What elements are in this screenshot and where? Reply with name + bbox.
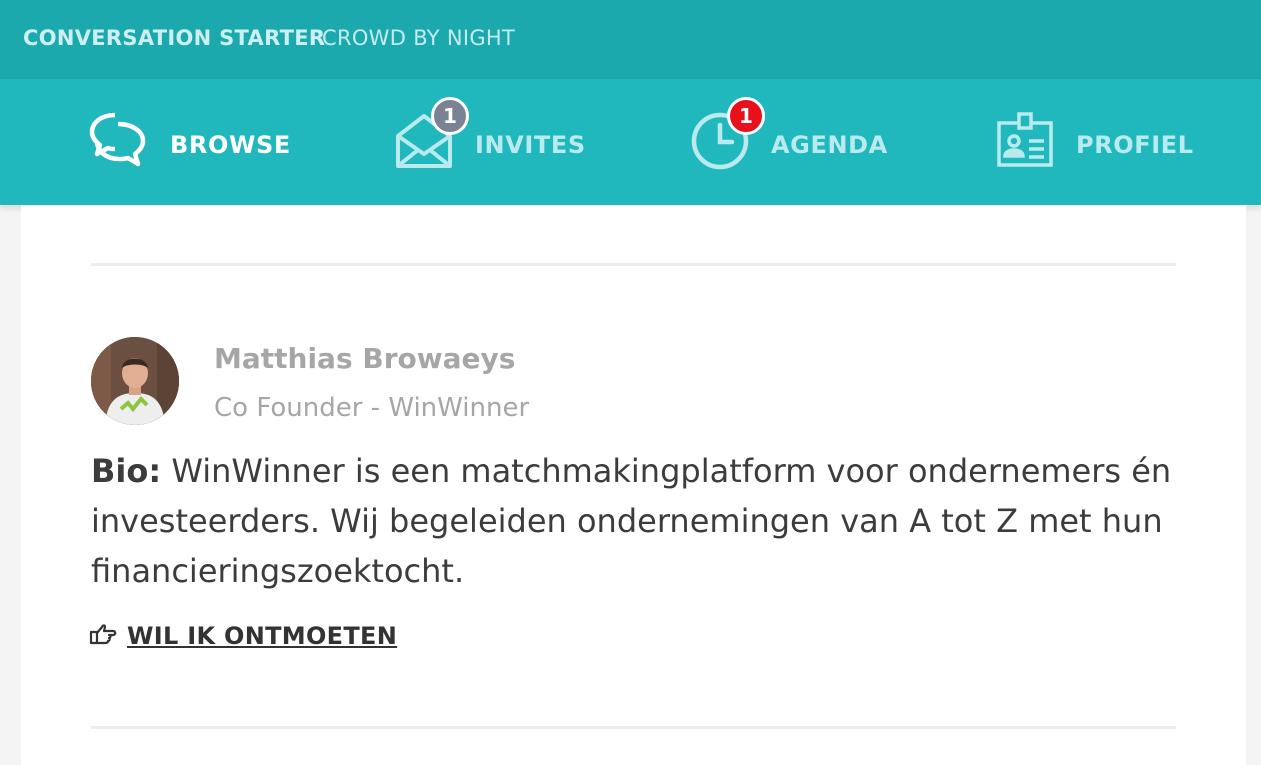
nav-agenda[interactable]: 1 AGENDA — [690, 79, 890, 205]
bio-text: WinWinner is een matchmakingplatform voo… — [91, 452, 1172, 590]
person-name: Matthias Browaeys — [214, 342, 516, 375]
bio-label: Bio: — [91, 452, 162, 490]
divider-bottom — [91, 726, 1176, 729]
nav-agenda-label: AGENDA — [771, 131, 888, 159]
nav-profiel-label: PROFIEL — [1076, 131, 1194, 159]
nav-profiel[interactable]: PROFIEL — [996, 79, 1196, 205]
main-nav: BROWSE 1 INVITES 1 AGENDA PROFIEL — [0, 79, 1261, 205]
nav-invites-label: INVITES — [475, 131, 586, 159]
agenda-badge: 1 — [727, 97, 765, 135]
nav-browse-label: BROWSE — [170, 131, 291, 159]
nav-browse[interactable]: BROWSE — [88, 79, 291, 205]
pointing-hand-icon — [89, 622, 117, 650]
id-card-icon — [996, 111, 1054, 173]
avatar — [91, 337, 179, 425]
profile-card: Matthias Browaeys Co Founder - WinWinner… — [21, 205, 1246, 765]
chat-bubbles-icon — [88, 110, 150, 176]
nav-invites[interactable]: 1 INVITES — [395, 79, 595, 205]
meet-button[interactable]: WIL IK ONTMOETEN — [89, 622, 397, 650]
app-subtitle: CROWD BY NIGHT — [322, 26, 516, 50]
top-header: CONVERSATION STARTER CROWD BY NIGHT — [0, 0, 1261, 79]
app-title: CONVERSATION STARTER — [23, 26, 326, 50]
bio: Bio: WinWinner is een matchmakingplatfor… — [91, 446, 1176, 596]
person-role: Co Founder - WinWinner — [214, 393, 530, 423]
invites-badge: 1 — [431, 97, 469, 135]
meet-label: WIL IK ONTMOETEN — [127, 622, 398, 650]
divider-top — [91, 263, 1176, 266]
